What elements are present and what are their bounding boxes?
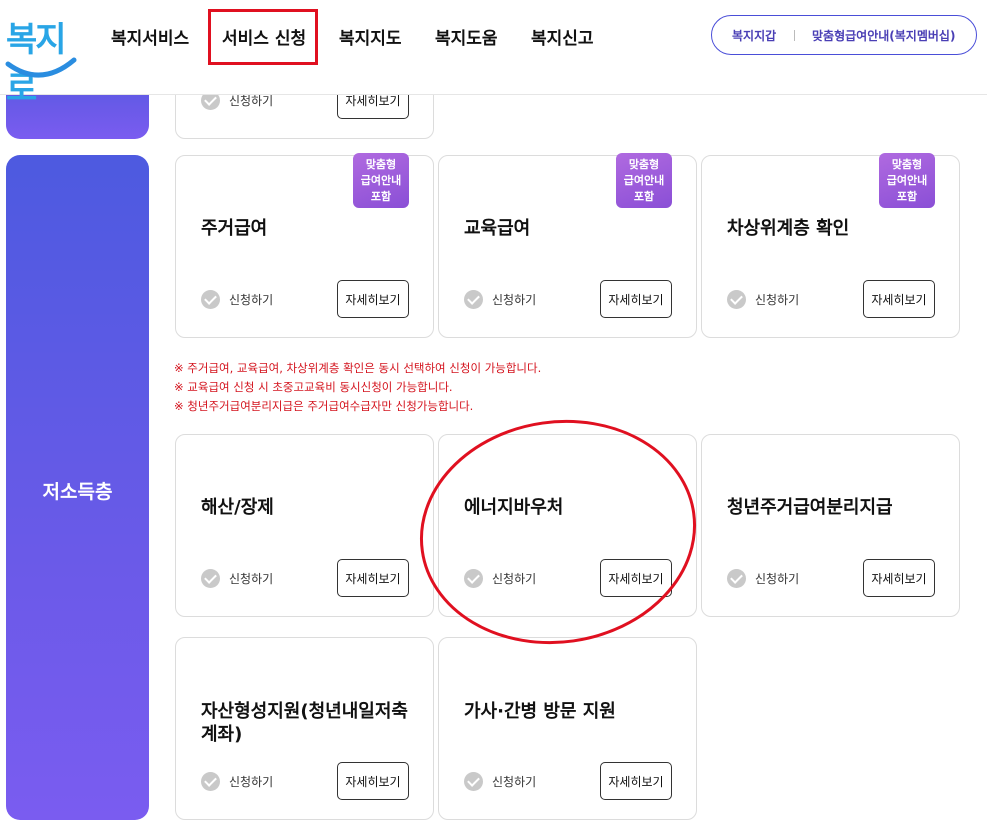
card-asset-building: 자산형성지원(청년내일저축계좌) 신청하기 자세히보기	[175, 637, 434, 820]
apply-option[interactable]: 신청하기	[727, 569, 799, 588]
check-icon	[464, 772, 483, 791]
check-icon	[201, 290, 220, 309]
quick-link-divider	[794, 30, 795, 41]
card-near-poverty-confirm: 맞춤형 급여안내 포함 차상위계층 확인 신청하기 자세히보기	[701, 153, 960, 338]
quick-links: 복지지갑 맞춤형급여안내(복지멤버십)	[711, 15, 977, 55]
detail-button[interactable]: 자세히보기	[337, 559, 409, 597]
badge-line: 맞춤형	[628, 158, 660, 171]
nav-welfare-services[interactable]: 복지서비스	[111, 24, 189, 49]
card-title: 주거급여	[201, 218, 268, 239]
card-title: 교육급여	[464, 218, 531, 239]
site-logo[interactable]: 복지로	[4, 12, 78, 109]
logo-smile-icon	[5, 57, 77, 78]
detail-button[interactable]: 자세히보기	[337, 762, 409, 800]
nav-highlight-box	[208, 9, 318, 65]
apply-label: 신청하기	[229, 293, 274, 307]
card-title: 해산/장제	[201, 497, 274, 518]
apply-label: 신청하기	[229, 775, 274, 789]
apply-label: 신청하기	[755, 572, 800, 586]
badge-line: 맞춤형	[891, 158, 923, 171]
check-icon	[727, 569, 746, 588]
check-icon	[201, 569, 220, 588]
notice-list: ※ 주거급여, 교육급여, 차상위계층 확인은 동시 선택하여 신청이 가능합니…	[174, 359, 541, 416]
nav-welfare-map[interactable]: 복지지도	[339, 24, 402, 49]
badge-line: 맞춤형	[365, 158, 397, 171]
nav-welfare-report[interactable]: 복지신고	[531, 24, 594, 49]
badge-line: 포함	[633, 190, 655, 203]
detail-button[interactable]: 자세히보기	[600, 762, 672, 800]
apply-option[interactable]: 신청하기	[464, 290, 536, 309]
detail-button[interactable]: 자세히보기	[863, 559, 935, 597]
detail-button[interactable]: 자세히보기	[600, 280, 672, 318]
card-energy-voucher: 에너지바우처 신청하기 자세히보기	[438, 434, 697, 617]
card-title: 에너지바우처	[464, 497, 564, 518]
card-title: 청년주거급여분리지급	[727, 497, 893, 518]
badge-line: 급여안내	[360, 174, 402, 187]
badge-line: 포함	[370, 190, 392, 203]
notice-item: ※ 청년주거급여분리지급은 주거급여수급자만 신청가능합니다.	[174, 399, 474, 413]
apply-label: 신청하기	[492, 775, 537, 789]
custom-benefit-badge: 맞춤형 급여안내 포함	[353, 153, 409, 208]
badge-line: 포함	[896, 190, 918, 203]
apply-option[interactable]: 신청하기	[201, 569, 273, 588]
card-title: 차상위계층 확인	[727, 218, 850, 239]
check-icon	[464, 290, 483, 309]
sidebar-category-low-income: 저소득층	[6, 155, 149, 820]
card-title: 가사·간병 방문 지원	[464, 701, 616, 722]
card-housing-benefit: 맞춤형 급여안내 포함 주거급여 신청하기 자세히보기	[175, 153, 434, 338]
apply-label: 신청하기	[492, 293, 537, 307]
apply-option[interactable]: 신청하기	[464, 772, 536, 791]
check-icon	[464, 569, 483, 588]
site-header: 복지로 복지서비스 서비스 신청 복지지도 복지도움 복지신고 복지지갑 맞춤형…	[0, 0, 987, 109]
badge-line: 급여안내	[886, 174, 928, 187]
category-label: 저소득층	[42, 481, 113, 503]
apply-label: 신청하기	[492, 572, 537, 586]
detail-button[interactable]: 자세히보기	[337, 280, 409, 318]
notice-item: ※ 주거급여, 교육급여, 차상위계층 확인은 동시 선택하여 신청이 가능합니…	[174, 361, 542, 375]
card-childbirth-funeral: 해산/장제 신청하기 자세히보기	[175, 434, 434, 617]
detail-button[interactable]: 자세히보기	[863, 280, 935, 318]
card-title: 자산형성지원(청년내일저축계좌)	[201, 701, 408, 745]
card-education-benefit: 맞춤형 급여안내 포함 교육급여 신청하기 자세히보기	[438, 153, 697, 338]
card-home-care-visit: 가사·간병 방문 지원 신청하기 자세히보기	[438, 637, 697, 820]
detail-button[interactable]: 자세히보기	[600, 559, 672, 597]
check-icon	[727, 290, 746, 309]
notice-item: ※ 교육급여 신청 시 초중고교육비 동시신청이 가능합니다.	[174, 380, 453, 394]
custom-benefit-badge: 맞춤형 급여안내 포함	[879, 153, 935, 208]
apply-option[interactable]: 신청하기	[201, 772, 273, 791]
card-youth-housing-split: 청년주거급여분리지급 신청하기 자세히보기	[701, 434, 960, 617]
nav-welfare-help[interactable]: 복지도움	[435, 24, 498, 49]
apply-label: 신청하기	[755, 293, 800, 307]
check-icon	[201, 772, 220, 791]
badge-line: 급여안내	[623, 174, 665, 187]
custom-benefit-badge: 맞춤형 급여안내 포함	[616, 153, 672, 208]
apply-option[interactable]: 신청하기	[201, 290, 273, 309]
quick-link-membership[interactable]: 맞춤형급여안내(복지멤버십)	[812, 27, 955, 44]
apply-option[interactable]: 신청하기	[727, 290, 799, 309]
apply-option[interactable]: 신청하기	[464, 569, 536, 588]
quick-link-wallet[interactable]: 복지지갑	[732, 27, 776, 44]
apply-label: 신청하기	[229, 572, 274, 586]
